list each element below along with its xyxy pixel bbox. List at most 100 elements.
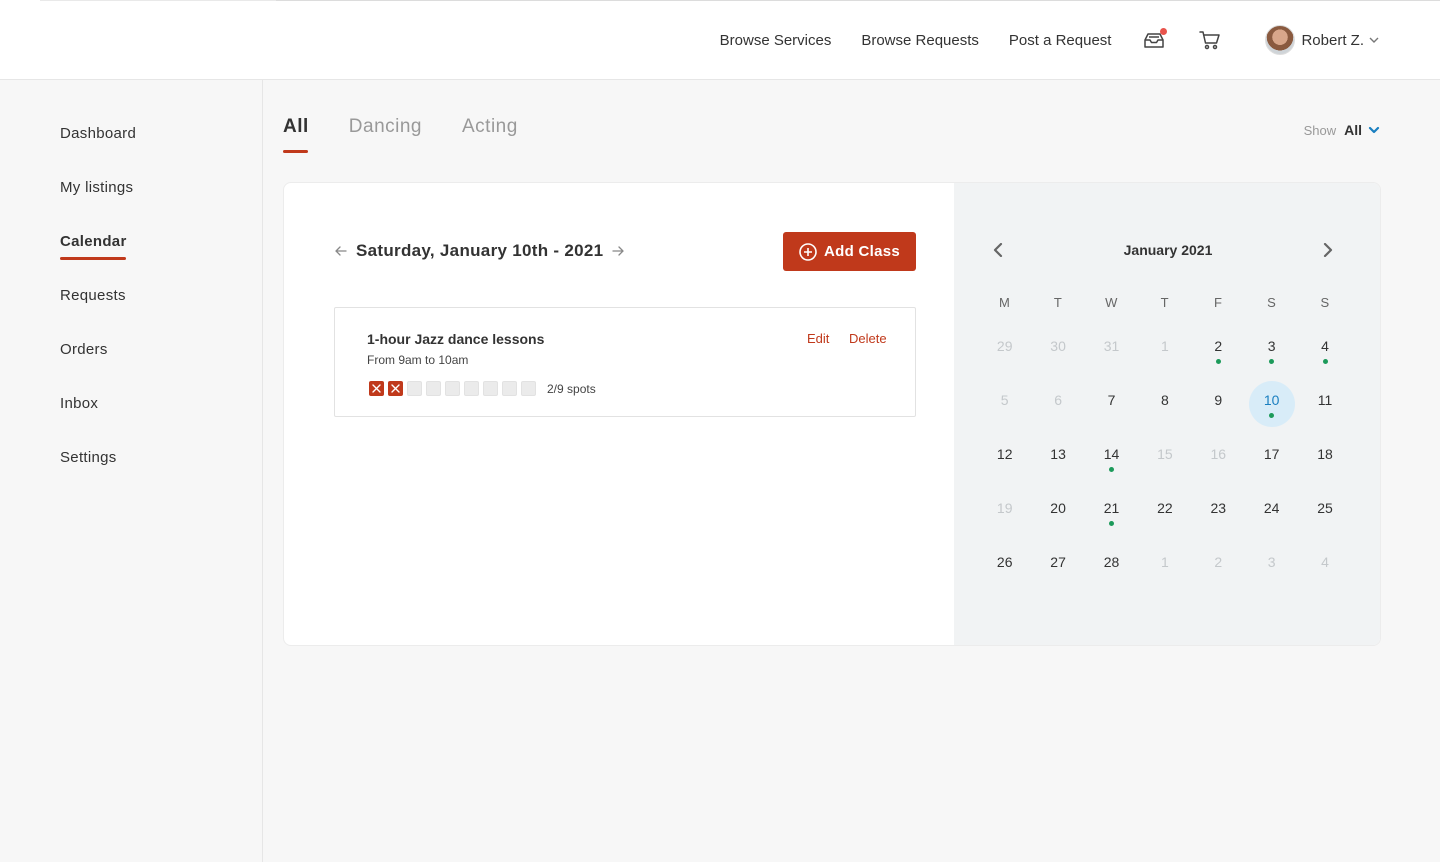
day-number: 20 bbox=[1050, 500, 1066, 516]
next-month-chevron-icon[interactable] bbox=[1322, 242, 1334, 262]
calendar-day[interactable]: 2 bbox=[1192, 526, 1245, 580]
calendar-day[interactable]: 27 bbox=[1031, 526, 1084, 580]
calendar-day[interactable]: 2 bbox=[1192, 310, 1245, 364]
calendar-day[interactable]: 29 bbox=[978, 310, 1031, 364]
calendar-day[interactable]: 30 bbox=[1031, 310, 1084, 364]
date-header: Saturday, January 10th - 2021 bbox=[334, 241, 625, 261]
calendar-day[interactable]: 9 bbox=[1192, 364, 1245, 418]
sidebar-item-settings[interactable]: Settings bbox=[60, 449, 117, 466]
day-number: 15 bbox=[1157, 446, 1173, 462]
calendar-day[interactable]: 6 bbox=[1031, 364, 1084, 418]
day-number: 27 bbox=[1050, 554, 1066, 570]
calendar-day[interactable]: 20 bbox=[1031, 472, 1084, 526]
tab-acting[interactable]: Acting bbox=[462, 116, 518, 138]
day-number: 9 bbox=[1214, 392, 1223, 408]
event-title: 1-hour Jazz dance lessons bbox=[367, 331, 545, 347]
calendar-day[interactable]: 3 bbox=[1245, 526, 1298, 580]
add-class-button[interactable]: Add Class bbox=[783, 232, 916, 271]
calendar-day[interactable]: 4 bbox=[1298, 526, 1351, 580]
day-number: 23 bbox=[1210, 500, 1227, 516]
weekday-label: S bbox=[1267, 295, 1277, 310]
calendar-grid: MTWTFSS 29 30 31 1 2 3 4 5 6 7 8 9 10 11 12 13 14 15 16 17 1… bbox=[978, 295, 1352, 580]
calendar-day[interactable]: 21 bbox=[1085, 472, 1138, 526]
day-number: 21 bbox=[1103, 500, 1120, 516]
sidebar-active-underline bbox=[60, 257, 126, 260]
next-day-arrow-icon[interactable] bbox=[611, 244, 625, 258]
nav-browse-services[interactable]: Browse Services bbox=[720, 32, 832, 49]
close-icon bbox=[372, 384, 381, 393]
calendar-day[interactable]: 8 bbox=[1138, 364, 1191, 418]
prev-day-arrow-icon[interactable] bbox=[334, 244, 348, 258]
calendar-day[interactable]: 17 bbox=[1245, 418, 1298, 472]
day-number: 4 bbox=[1321, 554, 1329, 570]
cart-icon[interactable] bbox=[1197, 27, 1223, 53]
nav-post-request[interactable]: Post a Request bbox=[1009, 32, 1112, 49]
calendar-day[interactable]: 5 bbox=[978, 364, 1031, 418]
calendar-day[interactable]: 26 bbox=[978, 526, 1031, 580]
day-number: 2 bbox=[1214, 554, 1223, 570]
calendar-day[interactable]: 22 bbox=[1138, 472, 1191, 526]
weekday-header-row: MTWTFSS bbox=[978, 295, 1352, 310]
calendar-day[interactable]: 15 bbox=[1138, 418, 1191, 472]
tab-dancing[interactable]: Dancing bbox=[349, 116, 422, 138]
calendar-month-title: January 2021 bbox=[1123, 242, 1213, 258]
edit-link[interactable]: Edit bbox=[807, 331, 829, 346]
calendar-day[interactable]: 28 bbox=[1085, 526, 1138, 580]
tab-active-underline bbox=[283, 150, 308, 153]
calendar-day[interactable]: 31 bbox=[1085, 310, 1138, 364]
sidebar-item-my-listings[interactable]: My listings bbox=[60, 179, 133, 196]
avatar bbox=[1265, 25, 1296, 55]
calendar-day[interactable]: 1 bbox=[1138, 526, 1191, 580]
chevron-down-icon bbox=[1369, 37, 1379, 43]
class-event-card: 1-hour Jazz dance lessons From 9am to 10… bbox=[334, 307, 916, 417]
day-number: 13 bbox=[1050, 446, 1066, 462]
calendar-day[interactable]: 3 bbox=[1245, 310, 1298, 364]
day-number: 4 bbox=[1321, 338, 1329, 354]
calendar-day[interactable]: 25 bbox=[1298, 472, 1351, 526]
calendar-day[interactable]: 23 bbox=[1192, 472, 1245, 526]
inbox-icon[interactable] bbox=[1141, 27, 1168, 53]
calendar-day[interactable]: 19 bbox=[978, 472, 1031, 526]
calendar-day[interactable]: 4 bbox=[1298, 310, 1351, 364]
main-nav: Browse Services Browse Requests Post a R… bbox=[720, 0, 1380, 80]
calendar-day[interactable]: 18 bbox=[1298, 418, 1351, 472]
day-number: 24 bbox=[1263, 500, 1280, 516]
calendar-day[interactable]: 16 bbox=[1192, 418, 1245, 472]
calendar-day[interactable]: 7 bbox=[1085, 364, 1138, 418]
sidebar-item-calendar[interactable]: Calendar bbox=[60, 233, 127, 250]
main-content: All Dancing Acting Show All Saturday, Ja… bbox=[263, 80, 1440, 862]
day-number: 2 bbox=[1214, 338, 1223, 354]
day-number: 30 bbox=[1050, 338, 1066, 354]
calendar-day[interactable]: 1 bbox=[1138, 310, 1191, 364]
calendar-week-row: 12 13 14 15 16 17 18 bbox=[978, 418, 1352, 472]
sidebar-item-orders[interactable]: Orders bbox=[60, 341, 108, 358]
top-divider-left bbox=[40, 0, 276, 1]
weekday-label: S bbox=[1320, 295, 1330, 310]
weekday-label: T bbox=[1160, 295, 1170, 310]
calendar-day[interactable]: 12 bbox=[978, 418, 1031, 472]
calendar-day[interactable]: 14 bbox=[1085, 418, 1138, 472]
delete-link[interactable]: Delete bbox=[849, 331, 887, 346]
calendar-day[interactable]: 24 bbox=[1245, 472, 1298, 526]
tab-all[interactable]: All bbox=[283, 116, 309, 138]
chevron-down-icon[interactable] bbox=[1368, 124, 1380, 136]
category-tabs: All Dancing Acting bbox=[283, 116, 558, 138]
sidebar-item-inbox[interactable]: Inbox bbox=[60, 395, 98, 412]
show-label: Show bbox=[1303, 122, 1337, 138]
sidebar-item-dashboard[interactable]: Dashboard bbox=[60, 125, 136, 142]
calendar-day[interactable]: 13 bbox=[1031, 418, 1084, 472]
day-number: 3 bbox=[1267, 338, 1276, 354]
calendar-day[interactable]: 11 bbox=[1298, 364, 1351, 418]
calendar-week-row: 26 27 28 1 2 3 4 bbox=[978, 526, 1352, 580]
calendar-day-selected[interactable]: 10 bbox=[1245, 364, 1298, 427]
day-number: 16 bbox=[1210, 446, 1227, 462]
day-number: 14 bbox=[1103, 446, 1120, 462]
nav-browse-requests[interactable]: Browse Requests bbox=[861, 32, 979, 49]
show-select[interactable]: All bbox=[1344, 122, 1362, 138]
weekday-label: F bbox=[1214, 295, 1223, 310]
show-filter: Show All bbox=[1304, 122, 1380, 138]
user-menu[interactable]: Robert Z. bbox=[1265, 25, 1380, 55]
plus-circle-icon bbox=[799, 242, 817, 261]
day-number: 29 bbox=[996, 338, 1013, 354]
sidebar-item-requests[interactable]: Requests bbox=[60, 287, 126, 304]
